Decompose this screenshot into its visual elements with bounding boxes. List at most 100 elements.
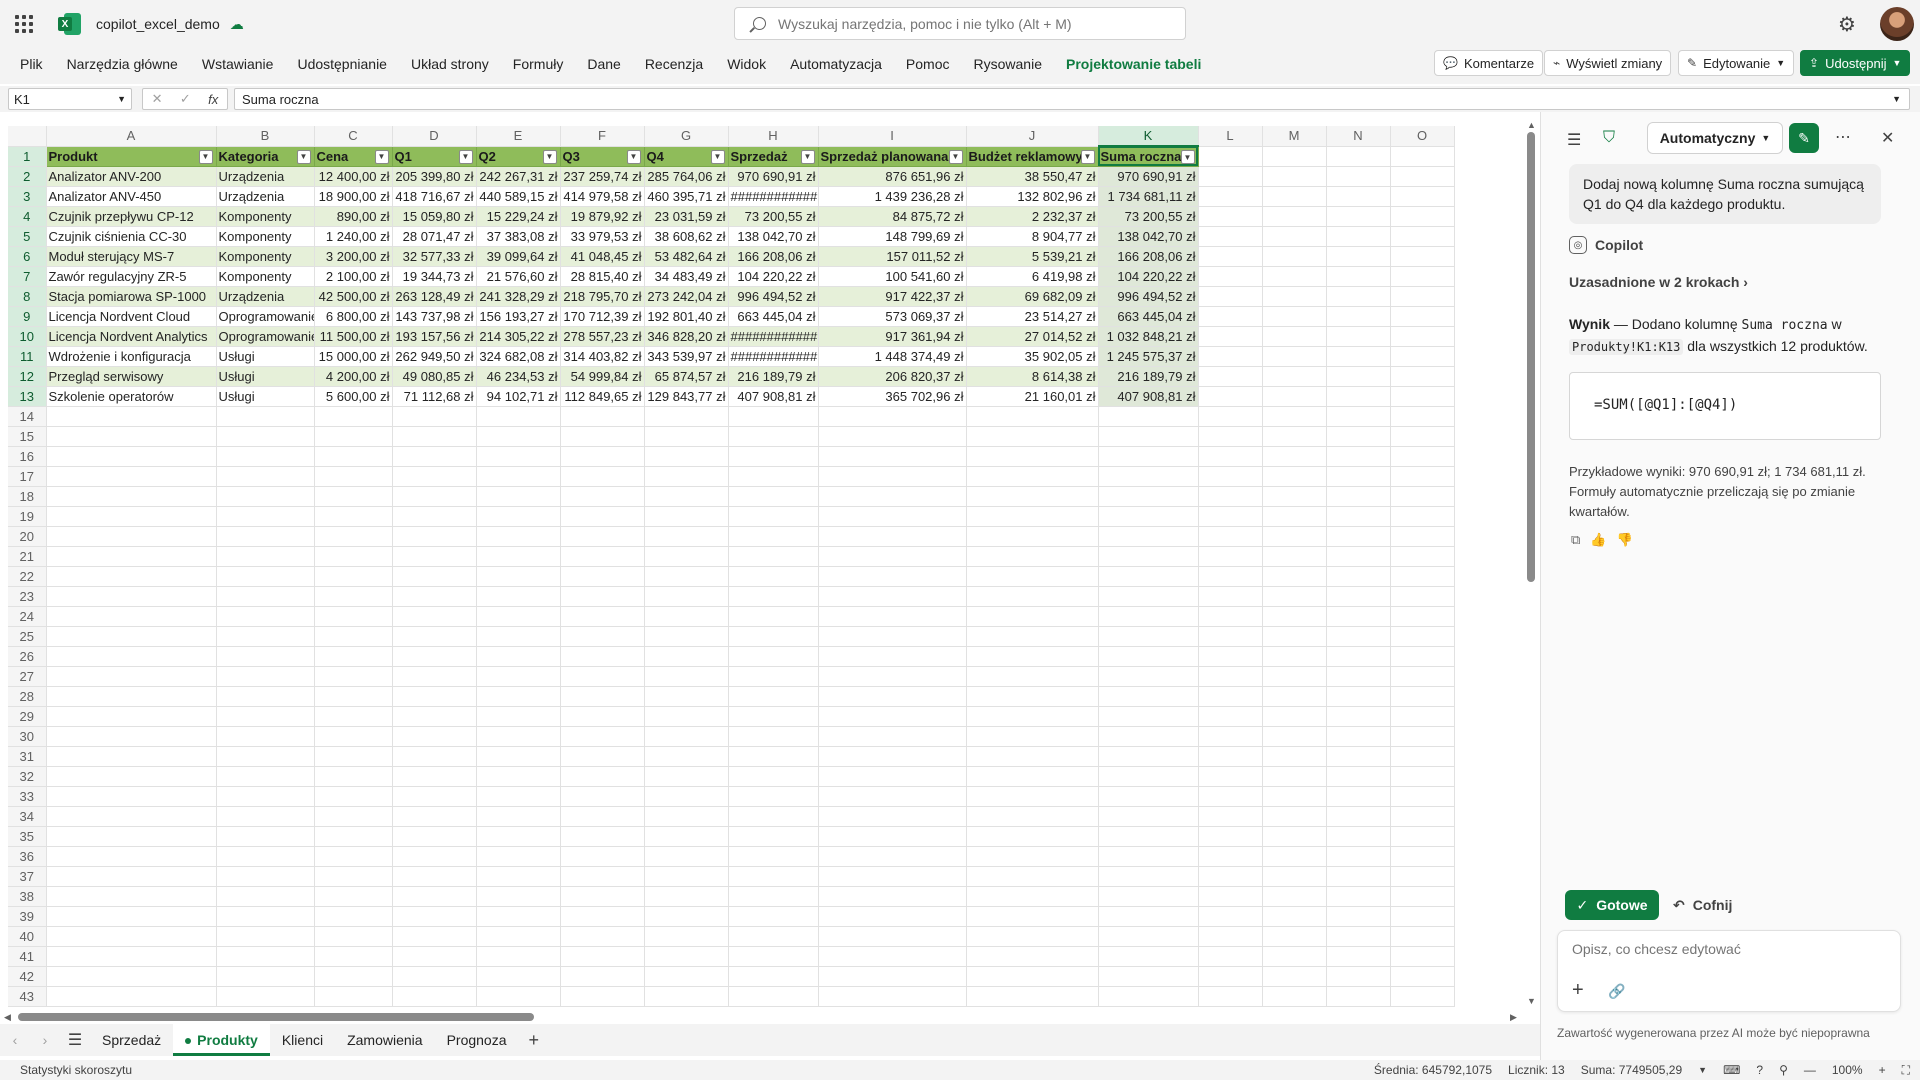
table-cell[interactable]: 73 200,55 zł	[1098, 206, 1199, 227]
table-cell[interactable]: 970 690,91 zł	[1098, 166, 1199, 187]
table-cell[interactable]: 242 267,31 zł	[476, 166, 561, 187]
empty-cell[interactable]	[1326, 606, 1391, 627]
column-header[interactable]: F	[560, 126, 645, 147]
table-cell[interactable]: 100 541,60 zł	[818, 266, 967, 287]
empty-cell[interactable]	[392, 646, 477, 667]
empty-cell[interactable]	[1390, 166, 1455, 187]
empty-cell[interactable]	[560, 766, 645, 787]
empty-cell[interactable]	[818, 446, 967, 467]
empty-cell[interactable]	[46, 966, 217, 987]
table-header-cell[interactable]: Suma roczna ▼	[1098, 146, 1199, 167]
empty-cell[interactable]	[1198, 906, 1263, 927]
table-cell[interactable]: 214 305,22 zł	[476, 326, 561, 347]
empty-cell[interactable]	[1262, 786, 1327, 807]
empty-cell[interactable]	[476, 486, 561, 507]
empty-cell[interactable]	[1262, 286, 1327, 307]
empty-cell[interactable]	[644, 906, 729, 927]
empty-cell[interactable]	[728, 726, 819, 747]
empty-cell[interactable]	[1390, 746, 1455, 767]
empty-cell[interactable]	[644, 506, 729, 527]
empty-cell[interactable]	[314, 706, 393, 727]
ribbon-tab[interactable]: Rysowanie	[962, 48, 1054, 84]
empty-cell[interactable]	[644, 406, 729, 427]
table-cell[interactable]: 205 399,80 zł	[392, 166, 477, 187]
new-edit-icon[interactable]: ✎	[1789, 123, 1819, 153]
empty-cell[interactable]	[314, 826, 393, 847]
empty-cell[interactable]	[216, 966, 315, 987]
empty-cell[interactable]	[1390, 446, 1455, 467]
empty-cell[interactable]	[966, 646, 1099, 667]
empty-cell[interactable]	[476, 906, 561, 927]
empty-cell[interactable]	[560, 946, 645, 967]
filter-dropdown-icon[interactable]: ▼	[1180, 150, 1195, 164]
empty-cell[interactable]	[728, 986, 819, 1007]
empty-cell[interactable]	[1098, 646, 1199, 667]
empty-cell[interactable]	[392, 966, 477, 987]
empty-cell[interactable]	[644, 946, 729, 967]
empty-cell[interactable]	[392, 926, 477, 947]
empty-cell[interactable]	[644, 866, 729, 887]
empty-cell[interactable]	[1390, 906, 1455, 927]
table-cell[interactable]: 18 900,00 zł	[314, 186, 393, 207]
empty-cell[interactable]	[216, 746, 315, 767]
empty-cell[interactable]	[728, 906, 819, 927]
empty-cell[interactable]	[476, 586, 561, 607]
row-header[interactable]: 28	[8, 686, 47, 707]
table-cell[interactable]: 53 482,64 zł	[644, 246, 729, 267]
empty-cell[interactable]	[46, 746, 217, 767]
table-cell[interactable]: Wdrożenie i konfiguracja	[46, 346, 217, 367]
empty-cell[interactable]	[966, 786, 1099, 807]
empty-cell[interactable]	[1262, 306, 1327, 327]
empty-cell[interactable]	[216, 766, 315, 787]
empty-cell[interactable]	[476, 706, 561, 727]
empty-cell[interactable]	[560, 566, 645, 587]
table-cell[interactable]: 285 764,06 zł	[644, 166, 729, 187]
empty-cell[interactable]	[216, 566, 315, 587]
column-header[interactable]: C	[314, 126, 393, 147]
empty-cell[interactable]	[1098, 726, 1199, 747]
done-button[interactable]: ✓ Gotowe	[1565, 890, 1659, 920]
empty-cell[interactable]	[1098, 446, 1199, 467]
scroll-left-icon[interactable]: ◀	[4, 1012, 11, 1023]
empty-cell[interactable]	[392, 986, 477, 1007]
empty-cell[interactable]	[1262, 526, 1327, 547]
ribbon-tab[interactable]: Udostępnianie	[285, 48, 399, 84]
empty-cell[interactable]	[818, 566, 967, 587]
empty-cell[interactable]	[216, 586, 315, 607]
filter-dropdown-icon[interactable]: ▼	[198, 149, 213, 164]
empty-cell[interactable]	[46, 686, 217, 707]
sheet-tab[interactable]: Sprzedaż	[90, 1024, 173, 1056]
empty-cell[interactable]	[1390, 466, 1455, 487]
empty-cell[interactable]	[1326, 346, 1391, 367]
empty-cell[interactable]	[1326, 286, 1391, 307]
table-cell[interactable]: 12 400,00 zł	[314, 166, 393, 187]
filter-dropdown-icon[interactable]: ▼	[710, 149, 725, 164]
empty-cell[interactable]	[1198, 206, 1263, 227]
empty-cell[interactable]	[644, 746, 729, 767]
empty-cell[interactable]	[1262, 346, 1327, 367]
empty-cell[interactable]	[1098, 426, 1199, 447]
close-icon[interactable]: ✕	[1881, 128, 1894, 148]
empty-cell[interactable]	[1098, 806, 1199, 827]
empty-cell[interactable]	[966, 486, 1099, 507]
filter-dropdown-icon[interactable]: ▼	[1080, 149, 1095, 164]
empty-cell[interactable]	[46, 406, 217, 427]
comments-button[interactable]: 💬 Komentarze	[1434, 50, 1544, 76]
empty-cell[interactable]	[216, 426, 315, 447]
empty-cell[interactable]	[1198, 486, 1263, 507]
empty-cell[interactable]	[1390, 246, 1455, 267]
table-cell[interactable]: 314 403,82 zł	[560, 346, 645, 367]
empty-cell[interactable]	[314, 726, 393, 747]
table-cell[interactable]: 166 208,06 zł	[1098, 246, 1199, 267]
empty-cell[interactable]	[1098, 866, 1199, 887]
empty-cell[interactable]	[46, 506, 217, 527]
empty-cell[interactable]	[1326, 966, 1391, 987]
empty-cell[interactable]	[314, 506, 393, 527]
ribbon-tab[interactable]: Projektowanie tabeli	[1054, 48, 1213, 84]
filter-dropdown-icon[interactable]: ▼	[626, 149, 641, 164]
empty-cell[interactable]	[46, 646, 217, 667]
empty-cell[interactable]	[644, 486, 729, 507]
empty-cell[interactable]	[1262, 586, 1327, 607]
empty-cell[interactable]	[314, 526, 393, 547]
empty-cell[interactable]	[1262, 646, 1327, 667]
